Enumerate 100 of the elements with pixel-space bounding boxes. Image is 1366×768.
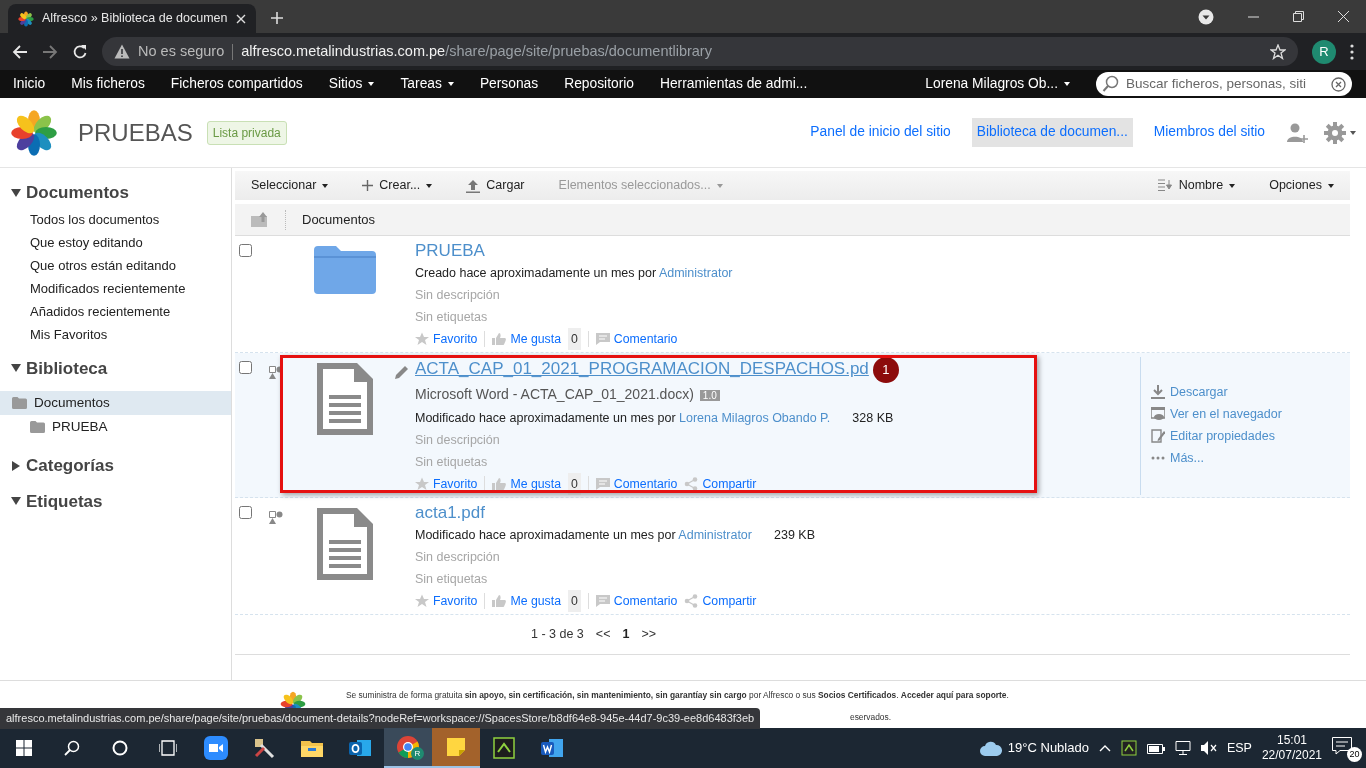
notification-icon bbox=[1332, 736, 1352, 755]
add-user-icon[interactable] bbox=[1286, 121, 1308, 144]
document-icon[interactable] bbox=[317, 508, 373, 580]
weather-widget[interactable]: 19°C Nublado bbox=[979, 738, 1089, 758]
action-link[interactable]: Compartir bbox=[684, 473, 757, 495]
tab-title: Alfresco » Biblioteca de documen bbox=[42, 10, 228, 28]
caret-icon bbox=[1328, 183, 1334, 188]
expanded-icon[interactable] bbox=[11, 496, 21, 507]
action-link[interactable]: Me gusta bbox=[492, 328, 561, 350]
user-menu[interactable]: Lorena Milagros Ob... bbox=[925, 73, 1070, 95]
action-link[interactable]: Compartir bbox=[684, 590, 757, 612]
action-link[interactable]: Favorito bbox=[415, 590, 478, 612]
modified-text: Modificado hace aproximadamente un mes por bbox=[415, 528, 677, 542]
nav-link[interactable]: Sitios bbox=[328, 73, 375, 95]
comment-icon bbox=[595, 332, 610, 346]
author-link[interactable]: Administrator bbox=[658, 266, 733, 280]
taskbar-app[interactable]: R bbox=[384, 728, 432, 768]
close-icon[interactable] bbox=[235, 13, 246, 24]
site-nav-link[interactable]: Biblioteca de documen... bbox=[971, 118, 1133, 147]
author-link[interactable]: Administrator bbox=[678, 528, 752, 542]
back-icon[interactable] bbox=[12, 43, 28, 60]
shapes-icon[interactable] bbox=[269, 365, 283, 379]
muted-speaker-icon[interactable] bbox=[1200, 741, 1217, 755]
filter-link[interactable]: Modificados recientemente bbox=[0, 276, 231, 300]
toolbar-button[interactable]: Nombre bbox=[1157, 176, 1236, 195]
filter-link[interactable]: Que otros están editando bbox=[0, 253, 231, 277]
document-icon[interactable] bbox=[317, 363, 373, 435]
section-header[interactable]: Etiquetas bbox=[0, 488, 231, 514]
action-link[interactable]: Favorito bbox=[415, 473, 478, 495]
row-checkbox[interactable] bbox=[239, 506, 252, 519]
settings-menu[interactable] bbox=[1324, 121, 1356, 144]
nav-link[interactable]: Repositorio bbox=[564, 73, 634, 95]
address-bar[interactable]: No es seguro alfresco.metalindustrias.com.pe/share/page/site/pruebas/documentlibrary bbox=[102, 37, 1298, 66]
row-checkbox[interactable] bbox=[239, 244, 252, 257]
toolbar-button[interactable]: Opciones bbox=[1269, 176, 1334, 195]
section-header[interactable]: Categorías bbox=[0, 453, 231, 479]
language-indicator[interactable]: ESP bbox=[1226, 738, 1252, 758]
filter-link[interactable]: Añadidos recientemente bbox=[0, 299, 231, 323]
filter-link[interactable]: Que estoy editando bbox=[0, 230, 231, 254]
tray-app-icon[interactable] bbox=[1120, 740, 1137, 756]
close-icon[interactable] bbox=[1338, 11, 1349, 22]
collapsed-icon[interactable] bbox=[11, 460, 21, 471]
breadcrumb-link[interactable]: Documentos bbox=[302, 209, 375, 230]
version-tag: 1.0 bbox=[699, 390, 720, 401]
chevron-up-icon[interactable] bbox=[1098, 744, 1111, 752]
forward-icon[interactable] bbox=[42, 43, 58, 60]
filter-link[interactable]: Todos los documentos bbox=[0, 207, 231, 231]
action-link[interactable]: Comentario bbox=[595, 473, 678, 495]
expanded-icon[interactable] bbox=[11, 187, 21, 198]
section-header[interactable]: Documentos bbox=[0, 180, 231, 206]
windows-icon bbox=[16, 740, 32, 756]
restore-icon[interactable] bbox=[1293, 11, 1304, 22]
reload-icon[interactable] bbox=[72, 43, 88, 60]
section-header[interactable]: Biblioteca bbox=[0, 355, 231, 381]
dropdown-icon[interactable] bbox=[1198, 8, 1214, 25]
browser-tab[interactable]: Alfresco » Biblioteca de documen bbox=[8, 4, 256, 33]
toolbar-button[interactable]: Seleccionar bbox=[251, 176, 329, 195]
toolbar-button[interactable]: Crear... bbox=[362, 176, 433, 195]
previous-page-link[interactable]: << bbox=[595, 625, 611, 644]
expanded-icon[interactable] bbox=[11, 363, 21, 374]
nav-link[interactable]: Mis ficheros bbox=[71, 73, 145, 95]
next-page-link[interactable]: >> bbox=[641, 625, 656, 644]
row-checkbox[interactable] bbox=[239, 361, 252, 374]
clear-icon[interactable] bbox=[1331, 76, 1346, 92]
battery-icon[interactable] bbox=[1146, 742, 1165, 754]
menu-icon[interactable] bbox=[1350, 43, 1354, 60]
search-field[interactable]: Buscar ficheros, personas, siti bbox=[1096, 72, 1352, 96]
file-title: Microsoft Word - ACTA_CAP_01_2021.docx) bbox=[415, 386, 694, 402]
parent-folder-icon[interactable] bbox=[251, 212, 269, 227]
site-nav-link[interactable]: Miembros del sitio bbox=[1148, 118, 1270, 147]
settings-icon bbox=[1324, 121, 1346, 144]
tree-item[interactable]: PRUEBA bbox=[0, 415, 231, 439]
nav-link[interactable]: Herramientas de admi... bbox=[660, 73, 808, 95]
filter-link[interactable]: Mis Favoritos bbox=[0, 322, 231, 346]
nav-link[interactable]: Inicio bbox=[13, 73, 46, 95]
caret-icon bbox=[426, 183, 433, 188]
new-tab-icon[interactable] bbox=[269, 11, 284, 25]
network-icon[interactable] bbox=[1174, 741, 1191, 755]
tags-text: Sin etiquetas bbox=[415, 571, 489, 588]
toolbar-button[interactable]: Cargar bbox=[466, 176, 525, 195]
site-nav-link[interactable]: Panel de inicio del sitio bbox=[805, 118, 956, 147]
action-link[interactable]: Me gusta bbox=[492, 590, 561, 612]
action-link[interactable]: Favorito bbox=[415, 328, 478, 350]
shapes-icon[interactable] bbox=[269, 510, 283, 524]
nav-link[interactable]: Tareas bbox=[400, 73, 454, 95]
nav-link[interactable]: Personas bbox=[479, 73, 539, 95]
nav-link[interactable]: Ficheros compartidos bbox=[170, 73, 303, 95]
action-link[interactable]: Comentario bbox=[595, 590, 678, 612]
folder-icon[interactable] bbox=[314, 246, 376, 294]
tree-item[interactable]: Documentos bbox=[0, 391, 231, 415]
warning-icon bbox=[114, 44, 130, 59]
profile-avatar[interactable]: R bbox=[1312, 39, 1336, 64]
comment-icon bbox=[595, 477, 610, 491]
clock[interactable]: 15:01 22/07/2021 bbox=[1261, 733, 1322, 763]
star-icon[interactable] bbox=[1270, 43, 1286, 60]
site-title: PRUEBAS bbox=[78, 117, 193, 148]
action-link[interactable]: Me gusta bbox=[492, 473, 561, 495]
task-view-icon bbox=[159, 740, 177, 756]
action-link[interactable]: Comentario bbox=[595, 328, 678, 350]
tree-item-label: Documentos bbox=[34, 393, 110, 412]
